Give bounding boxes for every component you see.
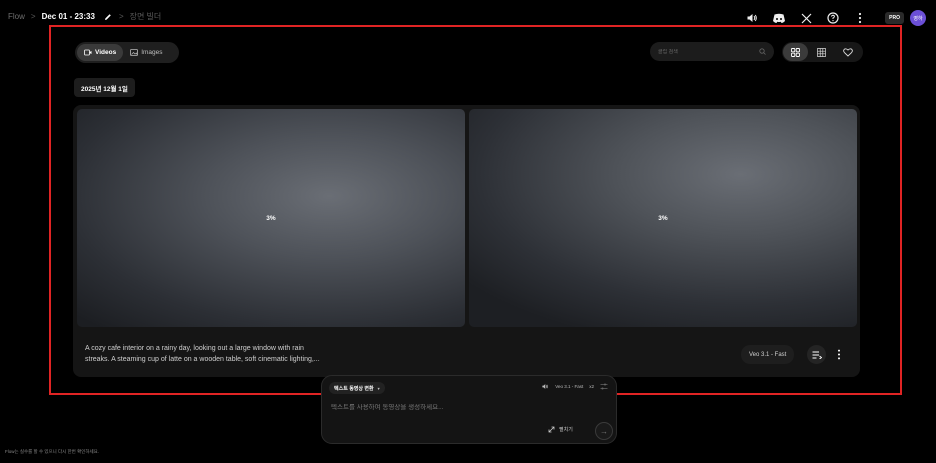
help-icon[interactable]	[824, 9, 842, 27]
grid-small-icon[interactable]	[809, 43, 834, 61]
prompt-line: streaks. A steaming cup of latte on a wo…	[85, 356, 320, 363]
send-button[interactable]: →	[595, 422, 613, 440]
chevron-down-icon: ▾	[377, 385, 380, 391]
search-icon[interactable]	[759, 48, 766, 55]
edit-pencil-icon[interactable]	[103, 12, 113, 22]
video-camera-icon	[84, 49, 92, 56]
avatar[interactable]: 영하	[910, 10, 926, 26]
prompt-text: A cozy cafe interior on a rainy day, loo…	[85, 343, 375, 365]
view-toggle	[782, 42, 863, 62]
mode-dropdown[interactable]: 텍스트 동영상 변환 ▾	[329, 382, 385, 394]
breadcrumb: Flow > Dec 01 - 23:33 > 장면 빌더	[8, 11, 161, 22]
disclaimer-text: Flow는 실수를 할 수 있으니 다시 한번 확인하세요.	[5, 449, 100, 454]
expand-icon	[548, 426, 555, 433]
generation-card: 3% 3% A cozy cafe interior on a rainy da…	[73, 105, 860, 377]
prompt-line: A cozy cafe interior on a rainy day, loo…	[85, 345, 304, 352]
expand-button[interactable]: 펼치기	[548, 426, 573, 433]
video-thumbnail[interactable]: 3%	[469, 109, 857, 327]
output-count[interactable]: x2	[589, 384, 594, 389]
reuse-prompt-icon	[812, 351, 822, 359]
images-tab[interactable]: Images	[123, 44, 169, 61]
audio-icon[interactable]	[541, 383, 549, 390]
generation-progress: 3%	[658, 214, 668, 222]
breadcrumb-app[interactable]: Flow	[8, 12, 25, 21]
images-tab-label: Images	[141, 49, 163, 56]
clip-search-input[interactable]	[658, 48, 748, 55]
audio-icon[interactable]	[743, 9, 761, 27]
media-type-toggle: Videos Images	[75, 42, 179, 63]
top-icons: PRO 영하	[734, 9, 926, 27]
heart-icon[interactable]	[835, 43, 860, 61]
settings-sliders-icon[interactable]	[600, 383, 608, 390]
breadcrumb-separator: >	[118, 12, 124, 21]
generation-progress: 3%	[266, 214, 276, 222]
composer-settings: Veo 3.1 - Fast x2	[535, 383, 608, 390]
mode-label: 텍스트 동영상 변환	[334, 385, 374, 392]
image-icon	[130, 49, 139, 56]
pro-badge: PRO	[885, 12, 904, 24]
prompt-composer: 텍스트 동영상 변환 ▾ Veo 3.1 - Fast x2 펼치기 →	[321, 375, 617, 444]
breadcrumb-separator: >	[30, 12, 36, 21]
grid-large-icon[interactable]	[783, 43, 808, 61]
x-icon[interactable]	[797, 9, 815, 27]
card-more-button[interactable]	[829, 345, 848, 364]
top-bar: Flow > Dec 01 - 23:33 > 장면 빌더 PRO 영하	[0, 0, 936, 36]
videos-tab-label: Videos	[95, 49, 117, 56]
expand-label: 펼치기	[559, 427, 573, 433]
video-thumbnail[interactable]: 3%	[77, 109, 465, 327]
discord-icon[interactable]	[770, 9, 788, 27]
date-header: 2025년 12월 1일	[74, 78, 135, 97]
arrow-right-icon: →	[600, 426, 608, 436]
model-chip: Veo 3.1 - Fast	[741, 345, 795, 364]
project-title[interactable]: Dec 01 - 23:33	[42, 12, 95, 21]
composer-model[interactable]: Veo 3.1 - Fast	[555, 384, 583, 389]
more-vert-icon	[837, 349, 840, 360]
videos-tab[interactable]: Videos	[77, 44, 124, 61]
breadcrumb-page[interactable]: 장면 빌더	[130, 11, 162, 22]
clip-search	[650, 42, 774, 61]
reuse-prompt-button[interactable]	[807, 345, 826, 364]
more-vert-icon[interactable]	[851, 9, 869, 27]
prompt-input[interactable]	[331, 404, 601, 411]
